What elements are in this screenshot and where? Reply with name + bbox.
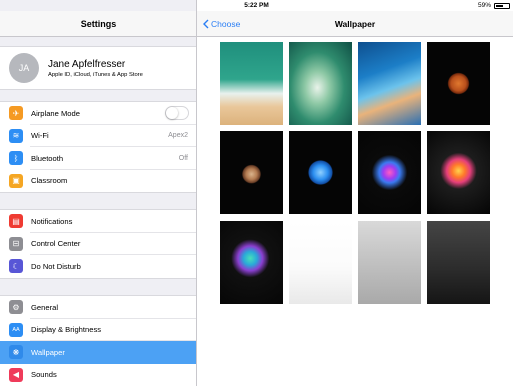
wallpaper-dark-gradient[interactable]	[427, 221, 490, 304]
sidebar-item-label: General	[31, 302, 59, 312]
battery-icon	[494, 2, 510, 9]
wallpaper-gray-gradient[interactable]	[358, 221, 421, 304]
wallpaper-neptune[interactable]	[289, 131, 352, 214]
wallpaper-green-wave[interactable]	[289, 42, 352, 125]
battery-percent: 59%	[477, 2, 491, 9]
sidebar-title: Settings	[0, 11, 196, 37]
sidebar-item-label: Wallpaper	[31, 347, 65, 357]
settings-group-notifications: ▤ Notifications ⊟ Control Center ☾ Do Not Dis…	[0, 209, 196, 279]
sidebar-item-label: Bluetooth	[31, 153, 64, 163]
sidebar-item-general[interactable]: ⚙ General	[0, 296, 196, 319]
control-center-icon: ⊟	[9, 236, 23, 251]
sidebar-item-control-center[interactable]: ⊟ Control Center	[0, 233, 196, 255]
status-right: 59%	[478, 2, 510, 9]
settings-group-display: ⚙ General AA Display & Brightness ❋ Wallpaper…	[0, 295, 196, 386]
wallpaper-white-gradient[interactable]	[289, 221, 352, 304]
wallpaper-teal-burst[interactable]	[220, 221, 283, 304]
account-subtitle: Apple ID, iCloud, iTunes & App Store	[48, 71, 143, 78]
notifications-icon: ▤	[9, 214, 23, 229]
sidebar-item-label: Control Center	[31, 239, 81, 249]
speaker-icon: ◀	[9, 367, 23, 382]
sidebar-item-value: Apex2	[168, 132, 188, 140]
sidebar-item-wifi[interactable]: ≋ Wi-Fi Apex2	[0, 125, 196, 147]
page-title: Wallpaper	[334, 19, 376, 29]
sidebar-item-bluetooth[interactable]: ᛒ Bluetooth Off	[0, 147, 196, 170]
sidebar-item-wallpaper[interactable]: ❋ Wallpaper	[0, 341, 196, 364]
sidebar-item-sounds[interactable]: ◀ Sounds	[0, 364, 196, 386]
sidebar-item-display-brightness[interactable]: AA Display & Brightness	[0, 319, 196, 341]
avatar: JA	[9, 53, 39, 83]
sidebar-item-label: Classroom	[31, 176, 68, 186]
bluetooth-icon: ᛒ	[9, 151, 23, 166]
sidebar-item-label: Do Not Disturb	[31, 261, 81, 271]
gear-icon: ⚙	[9, 300, 23, 315]
settings-group-connectivity: ✈ Airplane Mode ≋ Wi-Fi Apex2 ᛒ Bluetooth Off ▣ C…	[0, 101, 196, 193]
sidebar-item-label: Wi-Fi	[31, 131, 49, 141]
apple-id-account[interactable]: JA Jane Apfelfresser Apple ID, iCloud, i…	[0, 46, 196, 90]
moon-icon: ☾	[9, 259, 23, 274]
sidebar-item-label: Display & Brightness	[31, 325, 102, 335]
wallpaper-beach-waves[interactable]	[220, 42, 283, 125]
display-icon: AA	[9, 322, 23, 337]
sidebar-item-airplane-mode[interactable]: ✈ Airplane Mode	[0, 102, 196, 125]
settings-sidebar: Settings JA Jane Apfelfresser Apple ID, …	[0, 0, 197, 386]
toggle-knob	[166, 107, 178, 120]
wallpaper-purple-burst[interactable]	[358, 131, 421, 214]
sidebar-item-value: Off	[178, 154, 188, 162]
account-text: Jane Apfelfresser Apple ID, iCloud, iTun…	[48, 59, 143, 78]
account-name: Jane Apfelfresser	[48, 58, 126, 70]
wallpaper-blue-wave[interactable]	[358, 42, 421, 125]
battery-level	[496, 4, 504, 7]
wallpaper-orange-burst[interactable]	[427, 131, 490, 214]
wifi-icon: ≋	[9, 128, 23, 143]
wallpaper-icon: ❋	[9, 345, 23, 360]
wallpaper-jupiter[interactable]	[220, 131, 283, 214]
sidebar-item-label: Airplane Mode	[31, 108, 80, 118]
sidebar-item-classroom[interactable]: ▣ Classroom	[0, 170, 196, 193]
classroom-icon: ▣	[9, 173, 23, 188]
wallpaper-mars[interactable]	[427, 42, 490, 125]
sidebar-item-notifications[interactable]: ▤ Notifications	[0, 210, 196, 233]
airplane-mode-toggle[interactable]	[165, 106, 189, 121]
sidebar-item-do-not-disturb[interactable]: ☾ Do Not Disturb	[0, 255, 196, 278]
airplane-icon: ✈	[9, 106, 23, 121]
wallpaper-navbar: Choose Wallpaper	[197, 11, 513, 37]
sidebar-item-label: Sounds	[31, 370, 57, 380]
sidebar-item-label: Notifications	[31, 216, 73, 226]
